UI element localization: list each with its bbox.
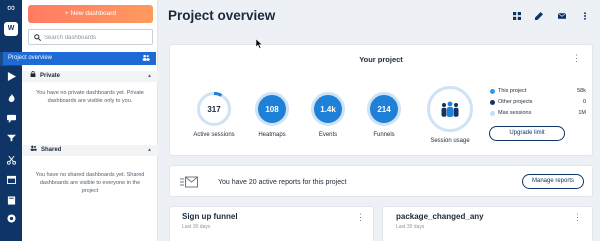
legend-dot [490,89,495,94]
legend-row: Other projects 0 [490,97,586,108]
stat-label: Events [318,132,338,138]
collapse-icon[interactable]: ▲ [147,145,152,156]
chat-icon[interactable] [0,111,22,125]
legend-label: This project [498,88,527,94]
widget-subtitle: Last 30 days [396,224,425,230]
manage-reports-button[interactable]: Manage reports [522,174,584,189]
legend-label: Max sessions [498,110,532,116]
dashboards-panel: + New dashboard [22,0,158,241]
users-icon [30,145,37,156]
stat-label: Funnels [373,132,395,138]
workspace-avatar[interactable]: W [4,22,18,36]
widget-subtitle: Last 30 days [182,224,211,230]
private-section-header[interactable]: Private ▲ [22,70,158,82]
widget-card[interactable]: package_changed_any Last 30 days ⋮ [382,206,593,241]
stat-value: 214 [367,92,401,126]
card-title: Your project [359,55,403,64]
shared-empty-message: You have no shared dashboards yet. Share… [35,172,145,194]
edit-icon[interactable] [530,8,548,24]
stat-events[interactable]: 1.4k Events [311,92,345,138]
search-dashboards-field[interactable] [28,29,153,45]
stat-value: 1.4k [311,92,345,126]
shared-section-header[interactable]: Shared ▲ [22,145,158,156]
reports-count-text: You have 20 active reports for this proj… [218,179,347,186]
progress-ring [197,92,231,126]
page-title: Project overview [168,8,276,23]
mail-icon[interactable] [553,8,571,24]
session-usage-label: Session usage [430,138,470,144]
legend-row: This project 58k [490,86,586,97]
stat-value: 108 [255,92,289,126]
stat-active-sessions[interactable]: 317 Active sessions [193,92,235,138]
widget-title: Sign up funnel [182,212,238,221]
envelope-icon [180,176,198,188]
session-usage-ring[interactable] [427,86,473,132]
users-icon [142,54,150,67]
left-rail: ∞ W [0,0,22,241]
main-content: Project overview Your project ⋮ 317 Acti… [158,0,600,241]
more-vertical-icon[interactable]: ⋮ [573,212,582,223]
search-icon [34,34,41,41]
widget-title: package_changed_any [396,212,484,221]
sidebar-item-project-overview[interactable]: Project overview [3,52,156,65]
book-icon[interactable] [0,193,22,207]
settings-icon[interactable] [0,211,22,225]
private-empty-message: You have no private dashboards yet. Priv… [36,90,144,104]
legend-value: 58k [577,88,586,94]
grid-icon[interactable] [508,8,526,24]
legend-dot [490,111,495,116]
stat-label: Active sessions [193,132,235,138]
sidebar-item-label: Project overview [8,55,53,61]
more-vertical-icon[interactable]: ⋮ [572,53,581,64]
infinity-logo-icon[interactable]: ∞ [3,3,19,14]
play-icon[interactable] [0,69,22,83]
legend-value: 0 [582,99,586,105]
users-group-icon [441,101,459,117]
new-dashboard-button[interactable]: + New dashboard [28,5,153,23]
stat-heatmaps[interactable]: 108 Heatmaps [255,92,289,138]
collapse-icon[interactable]: ▲ [147,71,152,82]
usage-legend: This project 58k Other projects 0 Max se… [490,86,586,119]
reports-banner: You have 20 active reports for this proj… [169,165,593,197]
calendar-icon[interactable] [0,172,22,186]
mouse-cursor-icon [256,39,263,49]
fire-icon[interactable] [0,91,22,105]
upgrade-limit-button[interactable]: Upgrade limit [489,126,565,141]
shared-section-title: Shared [41,147,62,153]
more-vertical-icon[interactable]: ⋮ [356,212,365,223]
scissors-icon[interactable] [0,153,22,167]
search-input[interactable] [44,32,149,43]
widget-card[interactable]: Sign up funnel Last 30 days ⋮ [169,206,374,241]
stat-funnels[interactable]: 214 Funnels [367,92,401,138]
legend-row: Max sessions 1M [490,108,586,119]
legend-label: Other projects [498,99,533,105]
inbox-icon[interactable] [0,130,22,144]
legend-dot [490,100,495,105]
stat-label: Heatmaps [258,132,286,138]
more-vertical-icon[interactable] [576,8,594,24]
legend-value: 1M [578,110,586,116]
lock-icon [30,70,36,82]
private-section-title: Private [40,73,61,79]
